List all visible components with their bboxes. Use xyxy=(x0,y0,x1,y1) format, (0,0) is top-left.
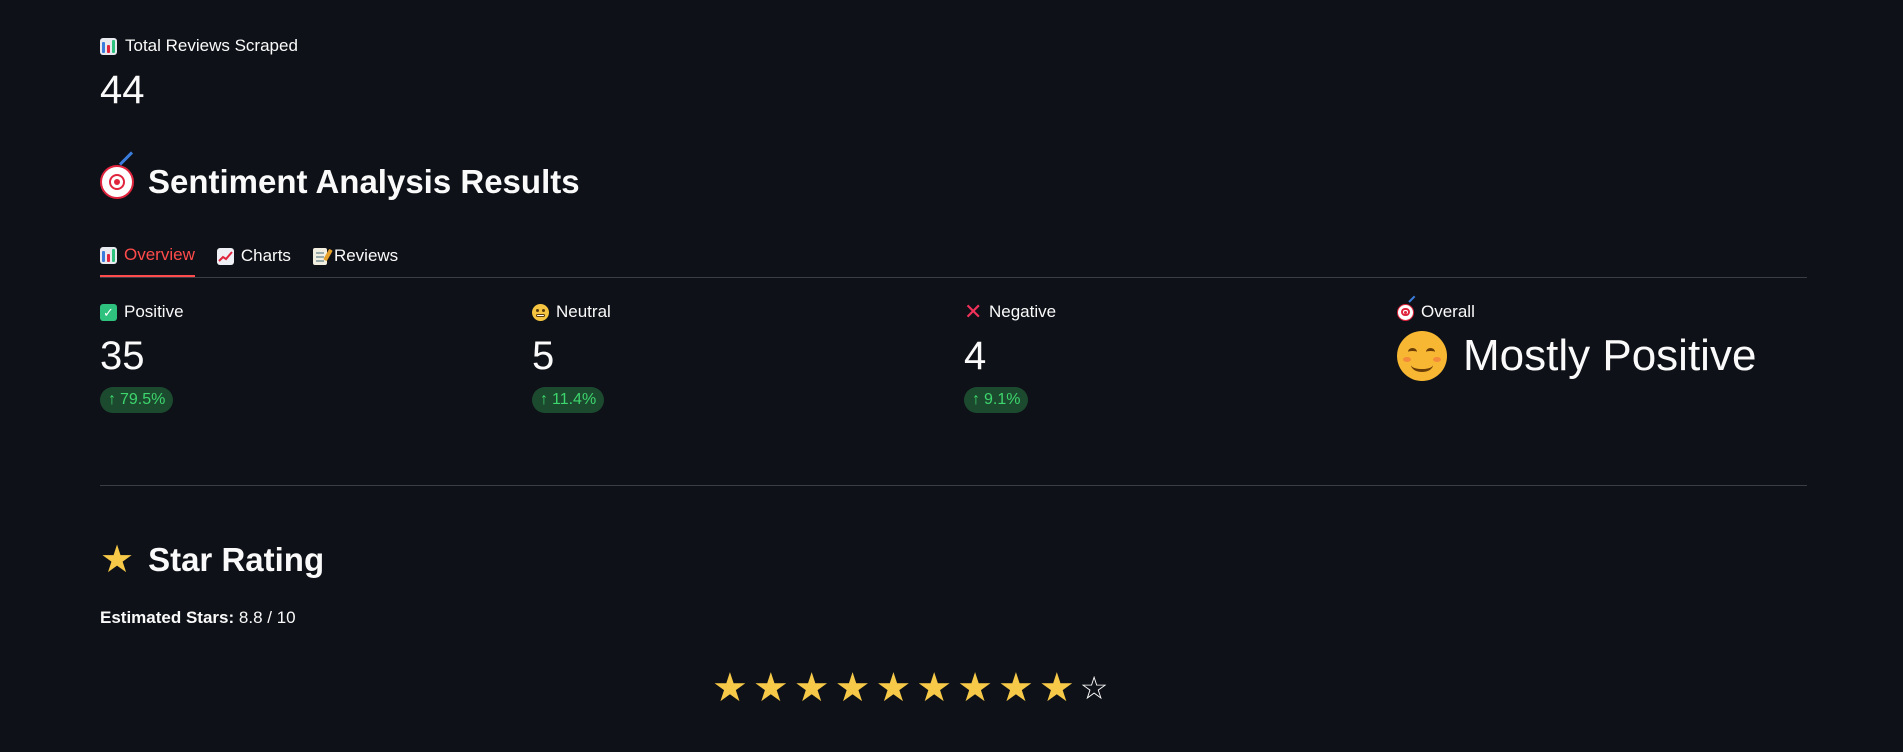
star-rating-title: Star Rating xyxy=(148,541,325,578)
metric-overall-value: Mostly Positive xyxy=(1463,331,1757,380)
metric-overall-label: Overall xyxy=(1421,302,1475,321)
total-reviews-label: Total Reviews Scraped xyxy=(100,36,298,56)
filled-star-icon: ★ xyxy=(752,666,789,710)
target-icon xyxy=(100,151,134,199)
filled-star-icon: ★ xyxy=(793,666,830,710)
result-tabs: Overview Charts Reviews xyxy=(100,235,1807,278)
section-divider xyxy=(100,485,1807,486)
metric-negative-label: Negative xyxy=(989,302,1057,321)
sentiment-section-title: Sentiment Analysis Results xyxy=(148,163,580,200)
arrow-up-icon: ↑ xyxy=(108,391,116,408)
memo-icon xyxy=(312,247,327,265)
arrow-up-icon: ↑ xyxy=(972,391,980,408)
filled-star-icon: ★ xyxy=(875,666,912,710)
metric-neutral-delta: ↑ 11.4% xyxy=(532,387,605,413)
tab-overview-label: Overview xyxy=(124,245,195,264)
metric-positive: ✓ Positive 35 ↑ 79.5% xyxy=(100,299,184,413)
total-reviews-label-text: Total Reviews Scraped xyxy=(125,36,298,55)
metric-positive-label: Positive xyxy=(124,302,184,321)
filled-star-icon: ★ xyxy=(712,666,748,710)
filled-star-icon: ★ xyxy=(1038,666,1075,710)
star-icon: ★ xyxy=(100,539,135,581)
metric-positive-delta-text: 79.5% xyxy=(120,391,166,408)
metric-negative-delta: ↑ 9.1% xyxy=(964,387,1029,413)
metric-negative: ✕ Negative 4 ↑ 9.1% xyxy=(964,299,1056,413)
metric-overall: Overall Mostly Positive xyxy=(1397,294,1757,381)
metric-neutral: Neutral 5 ↑ 11.4% xyxy=(532,299,611,413)
filled-star-icon: ★ xyxy=(998,666,1034,710)
tab-reviews[interactable]: Reviews xyxy=(312,235,399,277)
total-reviews-value: 44 xyxy=(100,68,145,112)
estimated-stars-label: Estimated Stars: xyxy=(100,608,235,627)
smiling-face-icon xyxy=(1397,331,1447,381)
filled-star-icon: ★ xyxy=(834,666,871,710)
filled-star-icon: ★ xyxy=(957,666,994,710)
tab-overview[interactable]: Overview xyxy=(100,235,195,277)
tab-charts-label: Charts xyxy=(240,246,291,265)
star-rating-display: ★ ★ ★ ★ ★ ★ ★ ★ ★ ☆ xyxy=(712,668,1108,708)
metric-neutral-label: Neutral xyxy=(556,302,611,321)
cross-mark-icon: ✕ xyxy=(964,299,983,324)
filled-star-icon: ★ xyxy=(916,666,953,710)
estimated-stars: Estimated Stars: 8.8 / 10 xyxy=(100,608,296,628)
estimated-stars-value: 8.8 / 10 xyxy=(238,608,296,627)
metric-neutral-delta-text: 11.4% xyxy=(552,391,597,408)
metric-positive-delta: ↑ 79.5% xyxy=(100,387,174,413)
line-chart-icon xyxy=(216,247,234,265)
arrow-up-icon: ↑ xyxy=(540,391,548,408)
tab-charts[interactable]: Charts xyxy=(216,235,291,277)
empty-star-icon: ☆ xyxy=(1079,670,1109,706)
check-icon: ✓ xyxy=(100,303,117,321)
grimace-face-icon xyxy=(532,303,549,321)
metric-neutral-value: 5 xyxy=(532,334,555,378)
bar-chart-icon xyxy=(100,37,117,55)
sentiment-section-heading: Sentiment Analysis Results xyxy=(100,151,580,201)
bar-chart-icon xyxy=(100,246,117,264)
target-icon xyxy=(1397,294,1416,321)
metric-positive-value: 35 xyxy=(100,334,145,378)
tab-reviews-label: Reviews xyxy=(333,246,399,265)
metric-negative-value: 4 xyxy=(964,334,987,378)
star-rating-heading: ★ Star Rating xyxy=(100,541,324,579)
metric-negative-delta-text: 9.1% xyxy=(984,391,1021,408)
